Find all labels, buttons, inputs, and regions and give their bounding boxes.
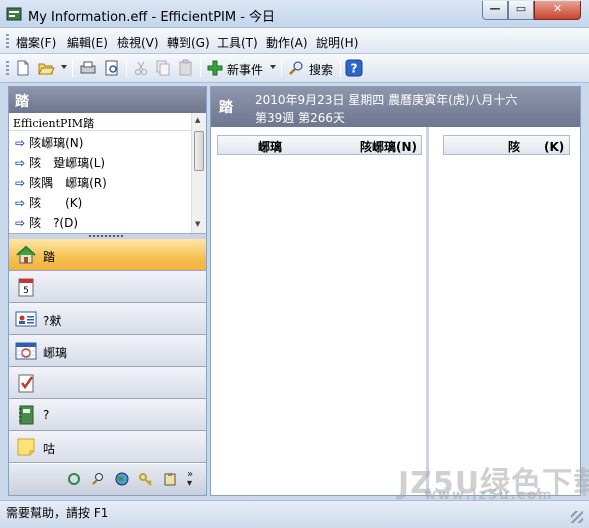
arrow-icon: ⇨	[15, 216, 26, 230]
close-button[interactable]: ✕	[534, 1, 581, 20]
arrow-icon: ⇨	[15, 196, 26, 210]
events-column: 峫璃 陔峫璃(N)	[211, 127, 429, 495]
today-date: 2010年9月23日 星期四 農曆庚寅年(虎)八月十六	[255, 93, 518, 107]
status-bar: 需要幫助，請按 F1	[0, 500, 589, 528]
toolbar: 新事件 搜索 ?	[0, 54, 589, 83]
tasks-column-header: 陔 (K)	[443, 135, 570, 155]
status-text: 需要幫助，請按 F1	[6, 506, 109, 520]
arrow-icon: ⇨	[15, 156, 26, 170]
nav-notes[interactable]: 咕	[9, 431, 206, 463]
minimize-button[interactable]: —	[482, 1, 508, 20]
nav-mini-strip: » ▾	[9, 464, 206, 495]
print-icon[interactable]	[79, 59, 97, 77]
search-button[interactable]: 搜索	[309, 61, 333, 78]
more-buttons-icon[interactable]: » ▾	[187, 470, 193, 489]
new-event-button[interactable]: 新事件	[227, 61, 263, 78]
navigation-pane: 踏 EfficientPIM踏 ⇨ 陔峫璃(N) ⇨ 陔 跫峫璃(L) ⇨ 陔隅 峫璃…	[8, 86, 207, 496]
menu-goto[interactable]: 轉到(G)	[167, 34, 210, 51]
menu-bar: 檔案(F) 編輯(E) 檢視(V) 轉到(G) 工具(T) 動作(A) 說明(H…	[0, 28, 589, 54]
today-header: 踏 2010年9月23日 星期四 農曆庚寅年(虎)八月十六 第39週 第266天	[211, 87, 580, 127]
nav-calendar[interactable]: 5	[9, 271, 206, 303]
today-view: 踏 2010年9月23日 星期四 農曆庚寅年(虎)八月十六 第39週 第266天…	[210, 86, 581, 496]
nav-pane-header: 踏	[9, 87, 206, 113]
open-folder-icon[interactable]	[37, 59, 55, 77]
schedule-icon	[15, 342, 37, 360]
nav-notebook[interactable]: ?	[9, 399, 206, 431]
new-document-icon[interactable]	[14, 59, 32, 77]
new-event-link[interactable]: 陔峫璃(N)	[360, 138, 417, 155]
notes-icon	[17, 438, 35, 456]
maximize-button[interactable]: ▭	[508, 1, 534, 20]
menu-edit[interactable]: 編輯(E)	[67, 34, 108, 51]
notebook-icon	[19, 405, 34, 425]
tree-item-new-recurring[interactable]: ⇨ 陔隅 峫璃(R)	[15, 174, 107, 194]
arrow-icon: ⇨	[15, 136, 26, 150]
home-icon	[16, 245, 36, 264]
menu-help[interactable]: 說明(H)	[316, 34, 358, 51]
copy-icon[interactable]	[154, 59, 172, 77]
globe-icon[interactable]	[115, 472, 129, 486]
menu-tools[interactable]: 工具(T)	[217, 34, 258, 51]
tree-scrollbar[interactable]: ▲ ▼	[191, 113, 206, 233]
resize-grip[interactable]	[571, 511, 583, 523]
events-column-title: 峫璃	[258, 140, 283, 154]
app-icon	[6, 7, 22, 21]
tree-item-new-task[interactable]: ⇨ 陔 (K)	[15, 194, 82, 214]
svg-text:?: ?	[351, 62, 358, 76]
toolbar-grip[interactable]	[6, 61, 9, 75]
print-preview-icon[interactable]	[103, 59, 121, 77]
scroll-down-icon[interactable]: ▼	[195, 220, 200, 228]
calendar-icon: 5	[18, 278, 34, 297]
key-icon[interactable]	[139, 472, 153, 486]
svg-text:5: 5	[23, 286, 29, 296]
open-dropdown-icon[interactable]	[61, 65, 67, 69]
tasks-icon	[18, 374, 34, 393]
menu-file[interactable]: 檔案(F)	[16, 34, 56, 51]
window-title: My Information.eff - EfficientPIM - 今日	[28, 10, 276, 25]
nav-tasks[interactable]	[9, 367, 206, 399]
add-icon[interactable]	[206, 59, 224, 77]
scroll-up-icon[interactable]: ▲	[195, 116, 200, 124]
menu-grip[interactable]	[6, 34, 9, 48]
today-header-title: 踏	[219, 100, 233, 116]
arrow-icon: ⇨	[15, 176, 26, 190]
nav-today[interactable]: 踏	[9, 239, 206, 271]
tasks-column: 陔 (K)	[432, 127, 580, 495]
new-task-link[interactable]: 陔 (K)	[508, 138, 564, 155]
search-mini-icon[interactable]	[91, 472, 105, 486]
nav-events[interactable]: 峫璃	[9, 335, 206, 367]
nav-contacts[interactable]: ?猌	[9, 303, 206, 335]
new-event-dropdown-icon[interactable]	[270, 65, 276, 69]
tree-item-new-contact[interactable]: ⇨ 陔 跫峫璃(L)	[15, 154, 105, 174]
menu-view[interactable]: 檢視(V)	[117, 34, 159, 51]
paste-icon[interactable]	[177, 59, 195, 77]
scrollbar-thumb[interactable]	[194, 131, 204, 171]
clipboard-icon[interactable]	[163, 472, 177, 486]
today-week: 第39週 第266天	[255, 111, 345, 125]
contacts-icon	[15, 311, 37, 327]
menu-action[interactable]: 動作(A)	[266, 34, 308, 51]
help-icon[interactable]: ?	[345, 59, 363, 77]
events-column-header: 峫璃 陔峫璃(N)	[217, 135, 422, 155]
tree-item-new-note[interactable]: ⇨ 陔 ?(D)	[15, 214, 78, 234]
cut-icon[interactable]	[132, 59, 150, 77]
search-icon[interactable]	[287, 59, 305, 77]
recycle-icon[interactable]	[67, 472, 81, 486]
tree-item-new-event[interactable]: ⇨ 陔峫璃(N)	[15, 134, 83, 154]
tree-title: EfficientPIM踏	[9, 113, 191, 131]
title-bar: My Information.eff - EfficientPIM - 今日 —…	[0, 0, 589, 28]
